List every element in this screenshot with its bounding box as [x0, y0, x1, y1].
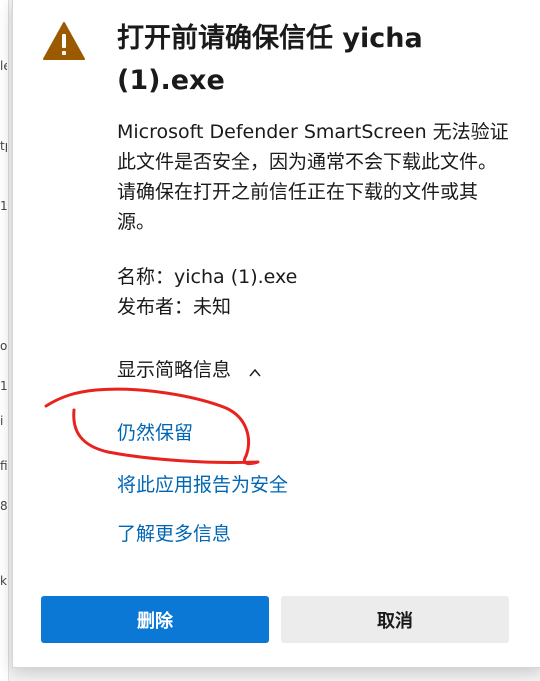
background-text: tp	[0, 140, 7, 152]
background-window-edge: le tp 1 ob 1 i fi 8 k	[0, 0, 9, 681]
report-safe-link[interactable]: 将此应用报告为安全	[117, 470, 288, 500]
learn-more-link[interactable]: 了解更多信息	[117, 519, 231, 549]
background-text: 8	[0, 500, 7, 512]
background-text: 1	[0, 200, 7, 212]
show-less-label: 显示简略信息	[117, 359, 232, 381]
file-name-line: 名称：yicha (1).exe	[117, 266, 298, 288]
keep-anyway-link[interactable]: 仍然保留	[117, 418, 193, 448]
screen: le tp 1 ob 1 i fi 8 k 打开前请确保信任 yicha (1)…	[0, 0, 540, 681]
background-text: ob	[0, 340, 7, 352]
delete-button[interactable]: 删除	[41, 596, 269, 643]
show-less-toggle[interactable]: 显示简略信息	[117, 355, 261, 385]
warning-icon	[43, 22, 85, 60]
publisher-line: 发布者：未知	[117, 296, 232, 318]
background-text: fi	[0, 460, 7, 472]
cancel-button[interactable]: 取消	[281, 596, 509, 643]
chevron-up-icon	[249, 368, 261, 377]
background-text: k	[0, 575, 7, 587]
dialog-description: Microsoft Defender SmartScreen 无法验证此文件是否…	[117, 121, 509, 233]
background-text: 1	[0, 380, 7, 392]
background-text: le	[0, 60, 7, 72]
file-details: 名称：yicha (1).exe 发布者：未知	[117, 262, 297, 322]
smartscreen-dialog: 打开前请确保信任 yicha (1).exe Microsoft Defende…	[12, 0, 540, 668]
background-text: i	[0, 415, 4, 427]
dialog-title: 打开前请确保信任 yicha (1).exe	[117, 23, 423, 96]
